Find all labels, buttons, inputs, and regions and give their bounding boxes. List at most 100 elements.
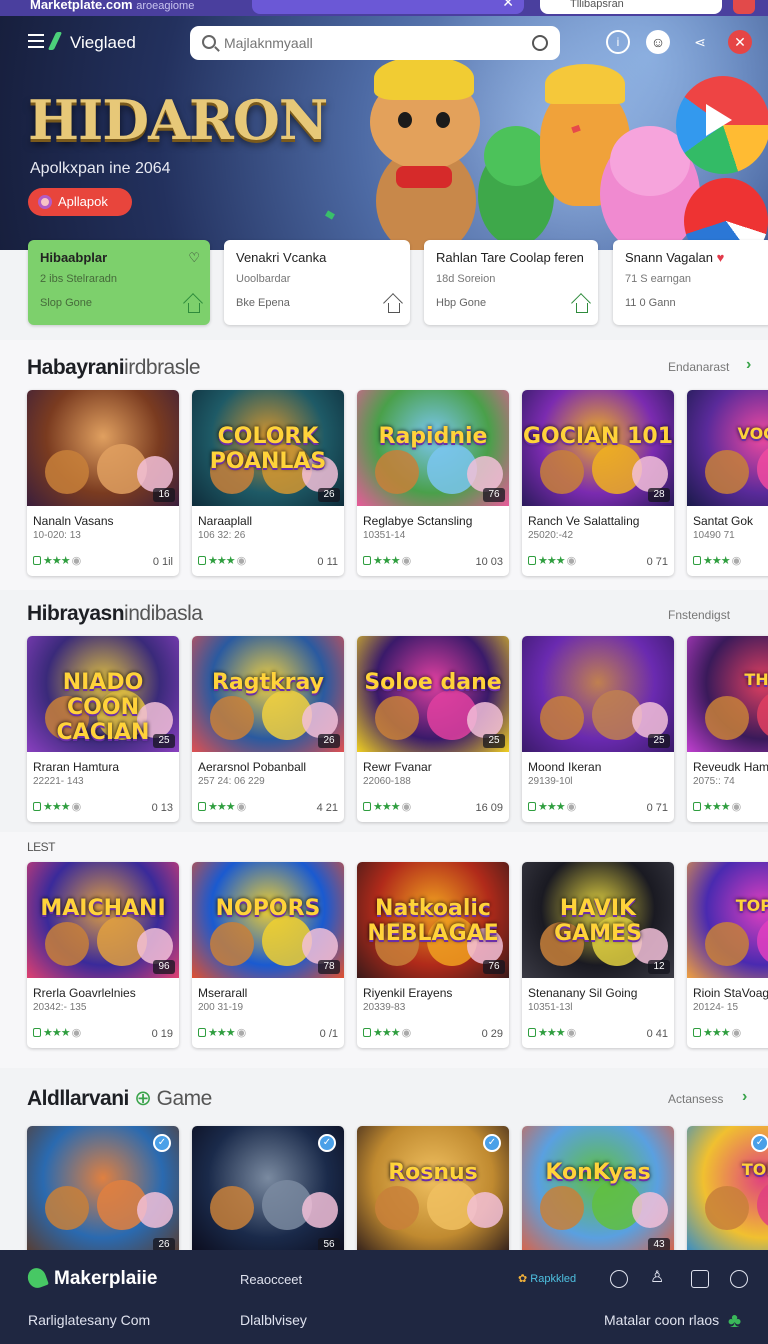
top-red-button[interactable]: [733, 0, 755, 14]
play-count: 0 71: [646, 556, 668, 568]
footer-brand[interactable]: Makerplaiie: [54, 1268, 158, 1290]
chevron-right-icon[interactable]: ›: [746, 356, 751, 374]
category-card[interactable]: Hibaabplar 2 ibs Stelraradn Slop Gone ♡: [28, 240, 210, 325]
search-input[interactable]: [224, 32, 504, 54]
character-shape: [467, 702, 503, 738]
game-card[interactable]: NOPORS 78 Mserarall 200 31-19 ★★★ ◉ 0 /1: [192, 862, 344, 1048]
category-title: Snann Vagalan ♥: [625, 250, 761, 265]
game-card[interactable]: VOCO Santat Gok 10490 71 ★★★ ◉: [687, 390, 768, 576]
duration-badge: 28: [648, 488, 670, 502]
character-shape: [757, 690, 768, 740]
hero-title: HIDARON: [28, 88, 328, 152]
top-tab-pill[interactable]: ✕: [252, 0, 524, 14]
category-card[interactable]: Rahlan Tare Coolap feren 18d Soreion Hbp…: [424, 240, 598, 325]
game-card[interactable]: Soloe dane 25 Rewr Fvanar 22060-188 ★★★ ◉ 16 …: [357, 636, 509, 822]
thumbnail-title: Ragtkray: [211, 670, 325, 695]
category-card[interactable]: Venakri Vcanka Uoolbardar Bke Epena: [224, 240, 410, 325]
game-meta: 25020:-42: [528, 530, 574, 541]
rating-stars: ★★★ ◉: [528, 800, 576, 813]
game-card[interactable]: HAVIK GAMES 12 Stenanany Sil Going 10351-13…: [522, 862, 674, 1048]
play-icon[interactable]: [706, 104, 732, 136]
rating-stars: ★★★ ◉: [528, 554, 576, 567]
search-bar[interactable]: [190, 26, 560, 60]
game-card[interactable]: GOCIAN 101 28 Ranch Ve Salattaling 25020:-4…: [522, 390, 674, 576]
heart-icon[interactable]: ♡: [188, 250, 200, 266]
verified-check-icon: ✓: [483, 1134, 501, 1152]
verified-check-icon: ✓: [153, 1134, 171, 1152]
play-count: 0 41: [646, 1028, 668, 1040]
game-title: Reveudk Ham: [693, 760, 768, 774]
play-count: 0 19: [151, 1028, 173, 1040]
rating-stars: ★★★ ◉: [693, 554, 741, 567]
category-label: Hbp Gone: [436, 297, 487, 309]
avatar-icon[interactable]: ☺: [646, 30, 670, 54]
share-icon[interactable]: ⋖: [688, 30, 712, 54]
game-card[interactable]: THUReveudk Ham2075:: 74★★★ ◉: [687, 636, 768, 822]
game-card[interactable]: 16 Nanaln Vasans 10-020: 13 ★★★ ◉ 0 1il: [27, 390, 179, 576]
refresh-icon[interactable]: [610, 1270, 628, 1288]
game-card[interactable]: ✓ 56: [192, 1126, 344, 1256]
footer-link[interactable]: Matalar coon rlaos: [604, 1312, 719, 1328]
game-card[interactable]: Rosnus ✓: [357, 1126, 509, 1256]
game-meta: 22221- 143: [33, 776, 84, 787]
category-card[interactable]: Snann Vagalan ♥ 71 S earngan 11 0 Gann: [613, 240, 768, 325]
game-card[interactable]: MAICHANI 96 Rrerla Goavrlelnies 20342:- 135…: [27, 862, 179, 1048]
user-icon[interactable]: ♙: [650, 1270, 668, 1288]
game-thumbnail[interactable]: KonKyas: [522, 1126, 674, 1256]
game-title: Aerarsnol Pobanball: [198, 760, 307, 774]
marketplace-brand[interactable]: Marketplate.com aroeagiome: [30, 0, 194, 12]
game-card[interactable]: Ragtkray 26 Aerarsnol Pobanball 257 24: 06 …: [192, 636, 344, 822]
footer-link[interactable]: Rarliglatesany Com: [28, 1312, 150, 1328]
hero-cta-button[interactable]: Apllapok: [28, 188, 132, 216]
character-shape: [632, 456, 668, 492]
game-card[interactable]: NIADO COON CACIAN 25 Rraran Hamtura 22221- …: [27, 636, 179, 822]
home-icon: [188, 303, 200, 313]
category-title: Rahlan Tare Coolap feren: [436, 250, 584, 265]
game-thumbnail[interactable]: TOPIA: [687, 862, 768, 978]
game-card[interactable]: Rapidnie 76 Reglabye Sctansling 10351-14 ★★★…: [357, 390, 509, 576]
game-title: Reglabye Sctansling: [363, 514, 473, 528]
voice-search-icon[interactable]: [532, 35, 548, 51]
chevron-right-icon[interactable]: ›: [742, 1088, 747, 1106]
arrow-circle-icon[interactable]: [730, 1270, 748, 1288]
play-count: 16 09: [475, 802, 503, 814]
character-shape: [705, 450, 749, 494]
character-shape: [757, 444, 768, 494]
character-shape: [375, 696, 419, 740]
rating-stars: ★★★ ◉: [198, 1026, 246, 1039]
category-label: Bke Epena: [236, 297, 290, 309]
footer-link[interactable]: Reaocceet: [240, 1272, 302, 1287]
heart-icon[interactable]: ♥: [717, 250, 725, 265]
section-see-all-link[interactable]: Fnstendigst: [668, 608, 730, 622]
footer-link[interactable]: Dlalblvisey: [240, 1312, 307, 1328]
play-count: 0 /1: [319, 1028, 338, 1040]
close-icon[interactable]: ✕: [728, 30, 752, 54]
game-card[interactable]: TOPI ✓: [687, 1126, 768, 1256]
thumbnail-title: TOPIA: [735, 896, 768, 915]
close-tab-icon[interactable]: ✕: [502, 0, 514, 11]
section-see-all-link[interactable]: Endanarast: [668, 360, 729, 374]
game-title: Santat Gok: [693, 514, 754, 528]
game-thumbnail[interactable]: THU: [687, 636, 768, 752]
game-card[interactable]: Natkoalic NEBLAGAE 76 Riyenkil Erayens 2033…: [357, 862, 509, 1048]
footer-rating-link[interactable]: ✿ Rapkkled: [518, 1272, 576, 1285]
game-card[interactable]: 25 Moond Ikeran 29139-10l ★★★ ◉ 0 71: [522, 636, 674, 822]
game-meta: 10351-14: [363, 530, 406, 541]
game-card[interactable]: TOPIA Rioin StaVoag 20124- 15 ★★★ ◉: [687, 862, 768, 1048]
play-count: 0 11: [317, 556, 338, 568]
game-card[interactable]: ✓ 26: [27, 1126, 179, 1256]
hamburger-menu-icon[interactable]: [28, 34, 44, 48]
character-shape: [45, 450, 89, 494]
brand-suffix: aroeagiome: [136, 0, 195, 12]
game-thumbnail[interactable]: VOCO: [687, 390, 768, 506]
top-search-field[interactable]: Tllibapsran: [540, 0, 722, 14]
character-shape: [375, 1186, 419, 1230]
game-card[interactable]: COLORK POANLAS 26 Naraaplall 106 32: 26 ★★★ …: [192, 390, 344, 576]
info-icon[interactable]: i: [606, 30, 630, 54]
square-icon[interactable]: [691, 1270, 709, 1288]
section-see-all-link[interactable]: Actansess: [668, 1092, 723, 1106]
thumbnail-title: VOCO: [737, 424, 768, 443]
rating-stars: ★★★ ◉: [33, 800, 81, 813]
duration-badge: 26: [318, 488, 340, 502]
game-card[interactable]: KonKyas 43: [522, 1126, 674, 1256]
